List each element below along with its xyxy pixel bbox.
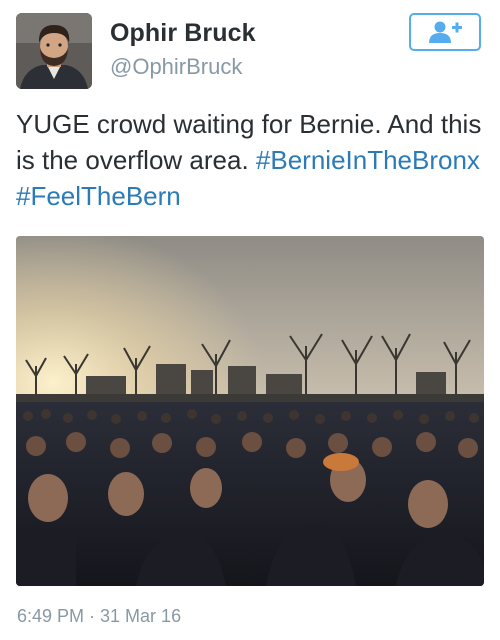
hashtag-bernie-in-the-bronx[interactable]: #BernieInTheBronx [256, 145, 480, 175]
hashtag-feel-the-bern[interactable]: #FeelTheBern [16, 181, 181, 211]
crowd-photo [16, 236, 484, 586]
follow-button[interactable] [409, 13, 481, 51]
follow-user-plus-icon [429, 21, 462, 43]
avatar[interactable] [16, 13, 92, 89]
display-name[interactable]: Ophir Bruck [110, 19, 256, 48]
timestamp[interactable]: 6:49 PM · 31 Mar 16 [17, 606, 181, 627]
tweet-photo[interactable] [16, 236, 484, 586]
tweet-text: YUGE crowd waiting for Bernie. And this … [16, 106, 484, 214]
avatar-photo [16, 13, 92, 89]
screen-name[interactable]: @OphirBruck [110, 54, 242, 80]
